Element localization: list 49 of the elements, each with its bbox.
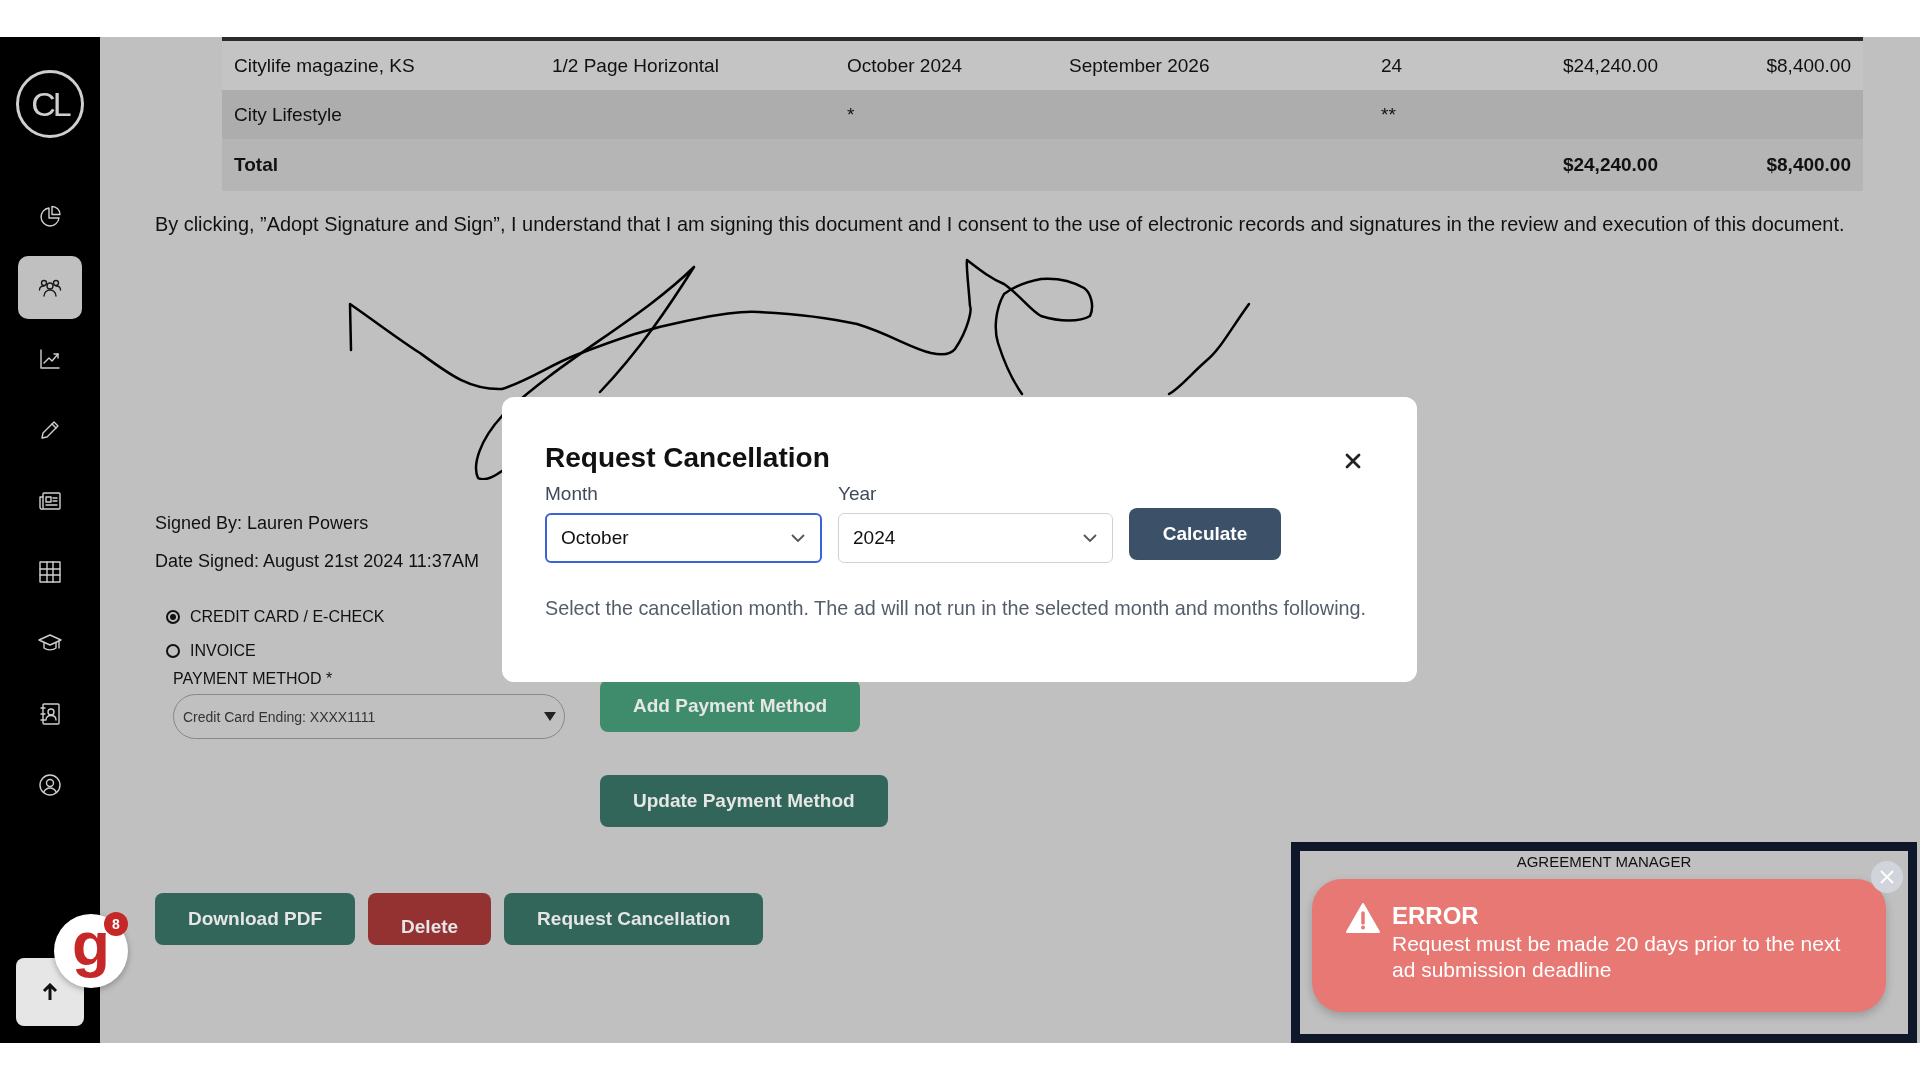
action-button[interactable]: Request Cancellation <box>504 893 764 945</box>
panel-title: AGREEMENT MANAGER <box>1516 853 1692 871</box>
toast-message: Request must be made 20 days prior to the next ad submission deadline <box>1392 931 1842 983</box>
trend-icon <box>38 346 62 371</box>
table-cell: $24,240.00 <box>1562 154 1658 175</box>
field-label: Month <box>545 483 598 505</box>
contacts-icon <box>38 701 62 726</box>
grid-icon <box>38 559 62 584</box>
table-cell: * <box>847 103 855 125</box>
signed-by-text: Signed By: Lauren Powers <box>155 512 369 535</box>
table-cell: $24,240.00 <box>1562 54 1658 76</box>
table-cell: $8,400.00 <box>1766 154 1851 175</box>
user-icon <box>38 772 62 797</box>
field-label: PAYMENT METHOD * <box>173 670 334 688</box>
table-cell: ** <box>1381 103 1396 125</box>
payment-button[interactable]: Update Payment Method <box>600 775 888 827</box>
logo[interactable]: CL <box>16 70 84 138</box>
table-cell: City Lifestyle <box>234 103 342 125</box>
table-cell: Total <box>234 154 278 175</box>
table-cell: October 2024 <box>847 54 963 76</box>
radio-button[interactable] <box>166 610 180 624</box>
delete-button[interactable]: Delete <box>368 893 492 945</box>
radio-button[interactable] <box>166 644 180 658</box>
field-label: Year <box>838 483 877 505</box>
chevron-down-icon <box>790 533 806 543</box>
pie-icon <box>38 204 62 229</box>
chevron-down-icon <box>1082 533 1098 543</box>
year-select[interactable]: 2024 <box>838 513 1113 563</box>
table-cell: September 2026 <box>1069 54 1210 76</box>
modal-description: Select the cancellation month. The ad will not run in the selected month and months following. <box>545 597 1367 620</box>
table-cell: Citylife magazine, KS <box>234 54 415 76</box>
table-cell: 1/2 Page Horizontal <box>552 54 719 76</box>
warning-icon <box>1346 903 1380 933</box>
close-icon[interactable] <box>1344 452 1362 470</box>
radio-label[interactable]: INVOICE <box>190 642 256 660</box>
toast-title: ERROR <box>1392 901 1480 931</box>
consent-text: By clicking, ”Adopt Signature and Sign”, I understand that I am signing this document and I consent to the use of electronic records and signatures in the review and execution of this document. <box>155 213 1846 236</box>
nav-item[interactable] <box>18 256 82 319</box>
table-cell: $8,400.00 <box>1766 54 1851 76</box>
modal-title: Request Cancellation <box>545 441 830 475</box>
action-button[interactable]: Download PDF <box>155 893 356 945</box>
calculate-button[interactable]: Calculate <box>1129 508 1281 560</box>
table-cell: 24 <box>1381 54 1403 76</box>
radio-label[interactable]: CREDIT CARD / E-CHECK <box>190 608 385 626</box>
date-signed-text: Date Signed: August 21st 2024 11:37AM <box>155 550 479 573</box>
caret-icon <box>544 712 556 721</box>
arrow-up-icon <box>42 983 58 1001</box>
month-select[interactable]: October <box>545 513 822 563</box>
close-icon <box>1880 870 1894 884</box>
